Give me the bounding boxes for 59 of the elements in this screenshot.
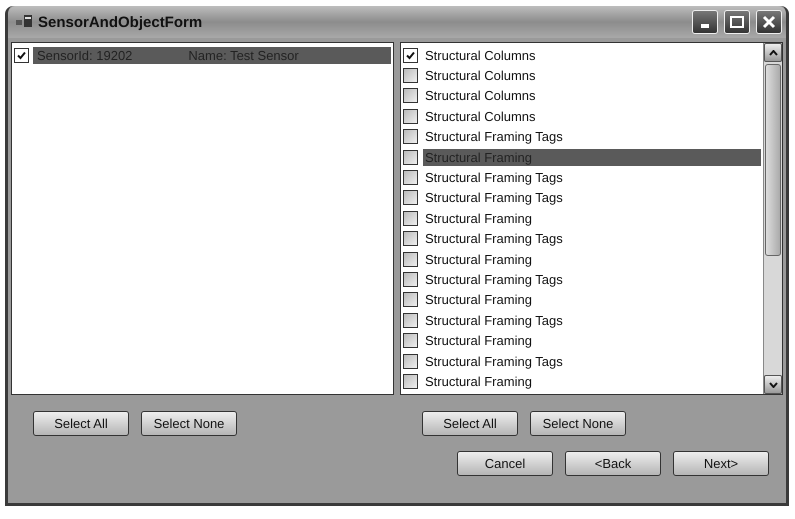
- checkbox[interactable]: [403, 48, 418, 63]
- window-title: SensorAndObjectForm: [38, 14, 204, 30]
- object-item[interactable]: Structural Columns: [423, 46, 538, 64]
- object-item[interactable]: Structural Columns: [423, 87, 538, 104]
- select-button[interactable]: Select None: [530, 410, 626, 436]
- sensor-name: Name: Test Sensor: [188, 48, 299, 62]
- object-item[interactable]: Structural Framing Tags: [423, 189, 565, 206]
- checkbox[interactable]: [403, 88, 418, 104]
- checkbox[interactable]: [403, 354, 418, 369]
- check-icon: [405, 50, 416, 61]
- checkbox[interactable]: [403, 150, 418, 165]
- checkbox[interactable]: [403, 129, 418, 144]
- checkbox[interactable]: [403, 210, 418, 226]
- checkbox[interactable]: [403, 231, 418, 246]
- object-item[interactable]: Structural Framing Tags: [423, 270, 565, 288]
- object-item[interactable]: Structural Framing: [423, 372, 534, 390]
- scrollbar[interactable]: [763, 43, 782, 394]
- checkbox[interactable]: [403, 170, 418, 186]
- object-item[interactable]: Structural Columns: [423, 108, 538, 125]
- object-item[interactable]: Structural Columns: [423, 67, 538, 84]
- checkbox[interactable]: [14, 48, 29, 62]
- maximize-icon: [730, 16, 744, 28]
- object-item[interactable]: Structural Framing: [423, 332, 534, 350]
- checkbox[interactable]: [403, 333, 418, 348]
- object-item[interactable]: Structural Framing: [423, 291, 534, 308]
- checkbox[interactable]: [403, 252, 418, 267]
- object-item[interactable]: Structural Framing Tags: [423, 352, 565, 370]
- object-item[interactable]: Structural Framing: [423, 250, 534, 268]
- object-item[interactable]: Structural Framing Tags: [423, 128, 565, 146]
- scroll-thumb[interactable]: [765, 64, 781, 256]
- object-item[interactable]: Structural Framing Tags: [423, 230, 565, 248]
- select-button[interactable]: Select None: [141, 410, 237, 436]
- wizard-button[interactable]: <Back: [565, 451, 661, 476]
- sensor-id: SensorId: 19202: [37, 48, 132, 62]
- checkbox[interactable]: [403, 312, 418, 328]
- object-item[interactable]: Structural Framing Tags: [423, 169, 565, 186]
- wizard-button[interactable]: Cancel: [457, 451, 553, 476]
- scroll-up-button[interactable]: [764, 43, 782, 62]
- checkbox[interactable]: [403, 108, 418, 124]
- select-button[interactable]: Select All: [422, 410, 518, 436]
- minimize-icon: [701, 24, 709, 28]
- caret-up-icon: [768, 50, 778, 56]
- close-icon: [762, 15, 776, 29]
- checkbox[interactable]: [403, 68, 418, 84]
- checkbox[interactable]: [403, 272, 418, 287]
- check-icon: [16, 50, 27, 60]
- object-item[interactable]: Structural Framing: [423, 210, 534, 227]
- object-item[interactable]: Structural Framing Tags: [423, 312, 565, 329]
- minimize-button[interactable]: [692, 10, 718, 34]
- wizard-button[interactable]: Next>: [673, 451, 769, 476]
- maximize-button[interactable]: [724, 10, 750, 34]
- checkbox[interactable]: [403, 292, 418, 308]
- scroll-down-button[interactable]: [764, 375, 782, 394]
- select-button[interactable]: Select All: [33, 410, 129, 436]
- caret-down-icon: [768, 382, 778, 388]
- checkbox[interactable]: [403, 190, 418, 206]
- checkbox[interactable]: [403, 374, 418, 389]
- close-button[interactable]: [756, 10, 782, 34]
- form-icon: [16, 15, 32, 29]
